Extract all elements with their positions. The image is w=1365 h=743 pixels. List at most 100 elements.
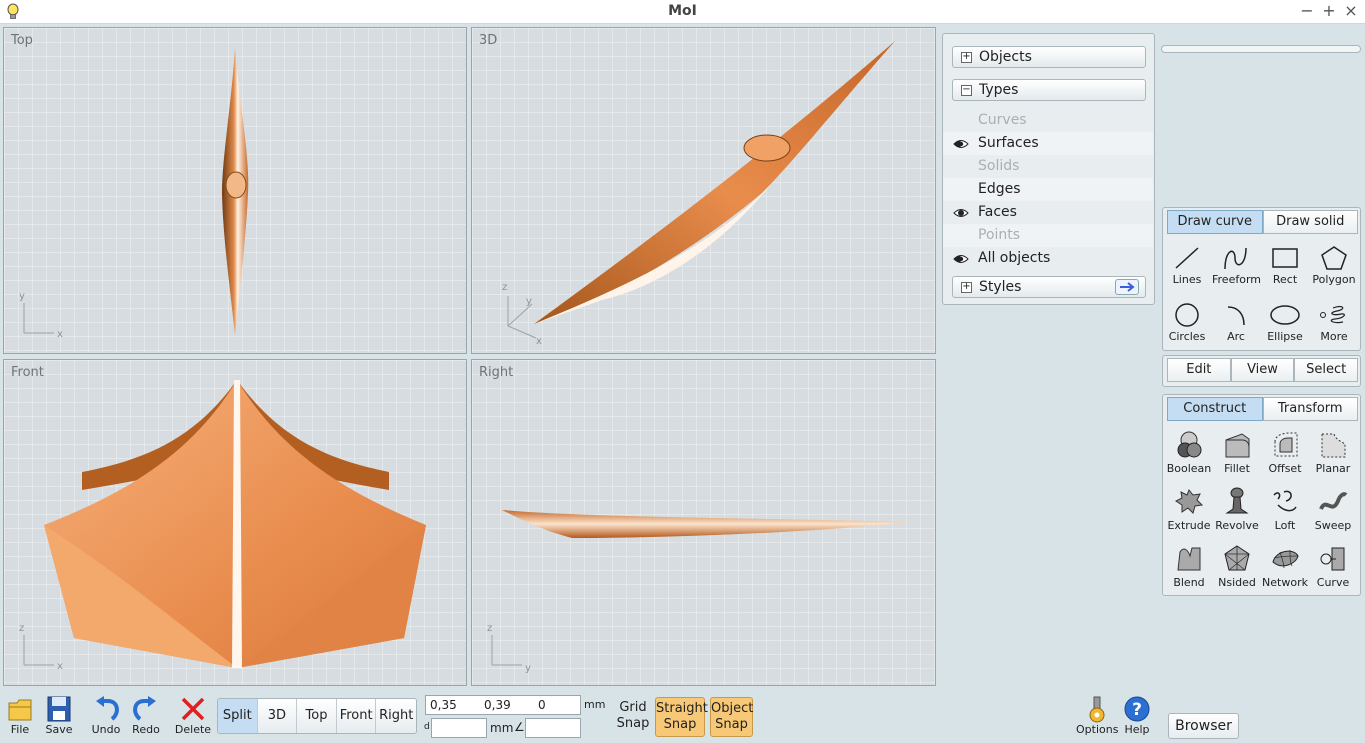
help-button[interactable]: ? Help	[1118, 695, 1156, 736]
tab-draw-solid[interactable]: Draw solid	[1262, 210, 1358, 234]
tab-transform[interactable]: Transform	[1262, 397, 1358, 421]
type-row-curves[interactable]: Curves	[943, 109, 1153, 132]
redo-button[interactable]: Redo	[126, 695, 166, 736]
object-snap-toggle[interactable]: Object Snap	[710, 697, 753, 737]
grid-snap-label-line1: Grid	[619, 700, 647, 715]
tab-view[interactable]: View	[1230, 358, 1295, 382]
boolean-tool[interactable]: Boolean	[1165, 428, 1213, 482]
title-bar: MoI − + ×	[0, 0, 1365, 24]
viewport-front-label[interactable]: Front	[11, 365, 44, 380]
object-snap-label-line2: Snap	[715, 717, 748, 732]
curve-from-surface-icon	[1320, 547, 1345, 571]
styles-section-header[interactable]: + Styles	[952, 276, 1146, 298]
save-button[interactable]: Save	[39, 695, 79, 736]
tool-label: Rect	[1272, 273, 1298, 286]
tool-label: Offset	[1268, 462, 1302, 475]
type-row-edges[interactable]: Edges	[943, 178, 1153, 201]
minimize-button[interactable]: −	[1298, 1, 1316, 20]
distance-unit-label: mm	[490, 721, 514, 735]
undo-button[interactable]: Undo	[86, 695, 126, 736]
tool-label: Arc	[1227, 330, 1245, 343]
tool-label: Freeform	[1212, 273, 1261, 286]
type-row-surfaces[interactable]: Surfaces	[943, 132, 1153, 155]
blend-icon	[1177, 547, 1201, 571]
distance-label: d	[424, 722, 430, 732]
arc-tool[interactable]: Arc	[1212, 300, 1260, 354]
lines-tool[interactable]: Lines	[1163, 243, 1211, 297]
straight-snap-toggle[interactable]: Straight Snap	[655, 697, 708, 737]
expand-icon: +	[961, 51, 972, 63]
rectangle-icon	[1272, 248, 1298, 268]
tab-construct[interactable]: Construct	[1167, 397, 1263, 421]
tool-label: Circles	[1168, 330, 1206, 343]
distance-input[interactable]	[431, 718, 487, 738]
collapse-icon: −	[961, 84, 972, 96]
viewport-front[interactable]: z x Front	[3, 359, 467, 686]
view-mode-top[interactable]: Top	[297, 699, 337, 733]
3d-axis-x-label: x	[536, 336, 542, 347]
undo-icon	[96, 696, 119, 721]
loft-tool[interactable]: Loft	[1261, 485, 1309, 539]
sweep-tool[interactable]: Sweep	[1309, 485, 1357, 539]
nsided-icon	[1224, 545, 1250, 571]
type-row-faces[interactable]: Faces	[943, 201, 1153, 224]
revolve-tool[interactable]: Revolve	[1213, 485, 1261, 539]
extrude-tool[interactable]: Extrude	[1165, 485, 1213, 539]
options-gear-icon	[1089, 696, 1105, 723]
coordinate-input[interactable]: 0,35 0,39 0	[425, 695, 581, 715]
file-button[interactable]: File	[0, 695, 40, 736]
viewport-3d[interactable]: z y x 3D	[471, 27, 936, 354]
view-mode-right[interactable]: Right	[376, 699, 416, 733]
type-label: Solids	[978, 158, 1020, 174]
curve-tool[interactable]: Curve	[1309, 542, 1357, 596]
view-mode-split[interactable]: Split	[218, 699, 258, 733]
delete-button[interactable]: Delete	[173, 695, 213, 736]
tab-edit[interactable]: Edit	[1167, 358, 1231, 382]
save-disk-icon	[47, 696, 71, 722]
folder-icon	[8, 699, 32, 721]
arrow-right-icon[interactable]	[1115, 279, 1139, 295]
blend-tool[interactable]: Blend	[1165, 542, 1213, 596]
planar-tool[interactable]: Planar	[1309, 428, 1357, 482]
view-mode-3d[interactable]: 3D	[257, 699, 298, 733]
viewport-3d-label[interactable]: 3D	[479, 33, 497, 48]
more-tool[interactable]: More	[1310, 300, 1358, 354]
tab-select[interactable]: Select	[1294, 358, 1359, 382]
view-mode-front[interactable]: Front	[336, 699, 377, 733]
help-question-icon: ?	[1124, 696, 1150, 722]
undo-label: Undo	[91, 723, 121, 736]
tool-label: Curve	[1316, 576, 1350, 589]
rect-tool[interactable]: Rect	[1261, 243, 1309, 297]
nsided-tool[interactable]: Nsided	[1213, 542, 1261, 596]
half-eye-icon[interactable]	[953, 254, 969, 264]
objects-section-header[interactable]: + Objects	[952, 46, 1146, 68]
viewport-top-label[interactable]: Top	[11, 33, 33, 48]
tab-draw-curve[interactable]: Draw curve	[1167, 210, 1263, 234]
type-row-points[interactable]: Points	[943, 224, 1153, 247]
freeform-tool[interactable]: Freeform	[1212, 243, 1261, 297]
viewport-right[interactable]: z y Right	[471, 359, 936, 686]
maximize-button[interactable]: +	[1320, 1, 1338, 20]
viewport-right-label[interactable]: Right	[479, 365, 513, 380]
polygon-tool[interactable]: Polygon	[1310, 243, 1358, 297]
grid-snap-toggle[interactable]: Grid Snap	[614, 700, 652, 732]
type-row-all-objects[interactable]: All objects	[943, 247, 1153, 270]
viewport-top[interactable]: y x Top	[3, 27, 467, 354]
circles-tool[interactable]: Circles	[1163, 300, 1211, 354]
type-row-solids[interactable]: Solids	[943, 155, 1153, 178]
types-section-header[interactable]: − Types	[952, 79, 1146, 101]
tool-label: Nsided	[1218, 576, 1256, 589]
angle-input[interactable]	[525, 718, 581, 738]
close-button[interactable]: ×	[1342, 1, 1360, 20]
network-tool[interactable]: Network	[1261, 542, 1309, 596]
fillet-tool[interactable]: Fillet	[1213, 428, 1261, 482]
eye-icon[interactable]	[953, 208, 969, 218]
ellipse-tool[interactable]: Ellipse	[1261, 300, 1309, 354]
offset-tool[interactable]: Offset	[1261, 428, 1309, 482]
browser-button[interactable]: Browser	[1168, 713, 1239, 739]
options-button[interactable]: Options	[1076, 695, 1118, 736]
half-eye-icon[interactable]	[953, 139, 969, 149]
planar-icon	[1321, 433, 1346, 458]
progress-bar	[1161, 45, 1361, 53]
type-label: Points	[978, 227, 1021, 243]
